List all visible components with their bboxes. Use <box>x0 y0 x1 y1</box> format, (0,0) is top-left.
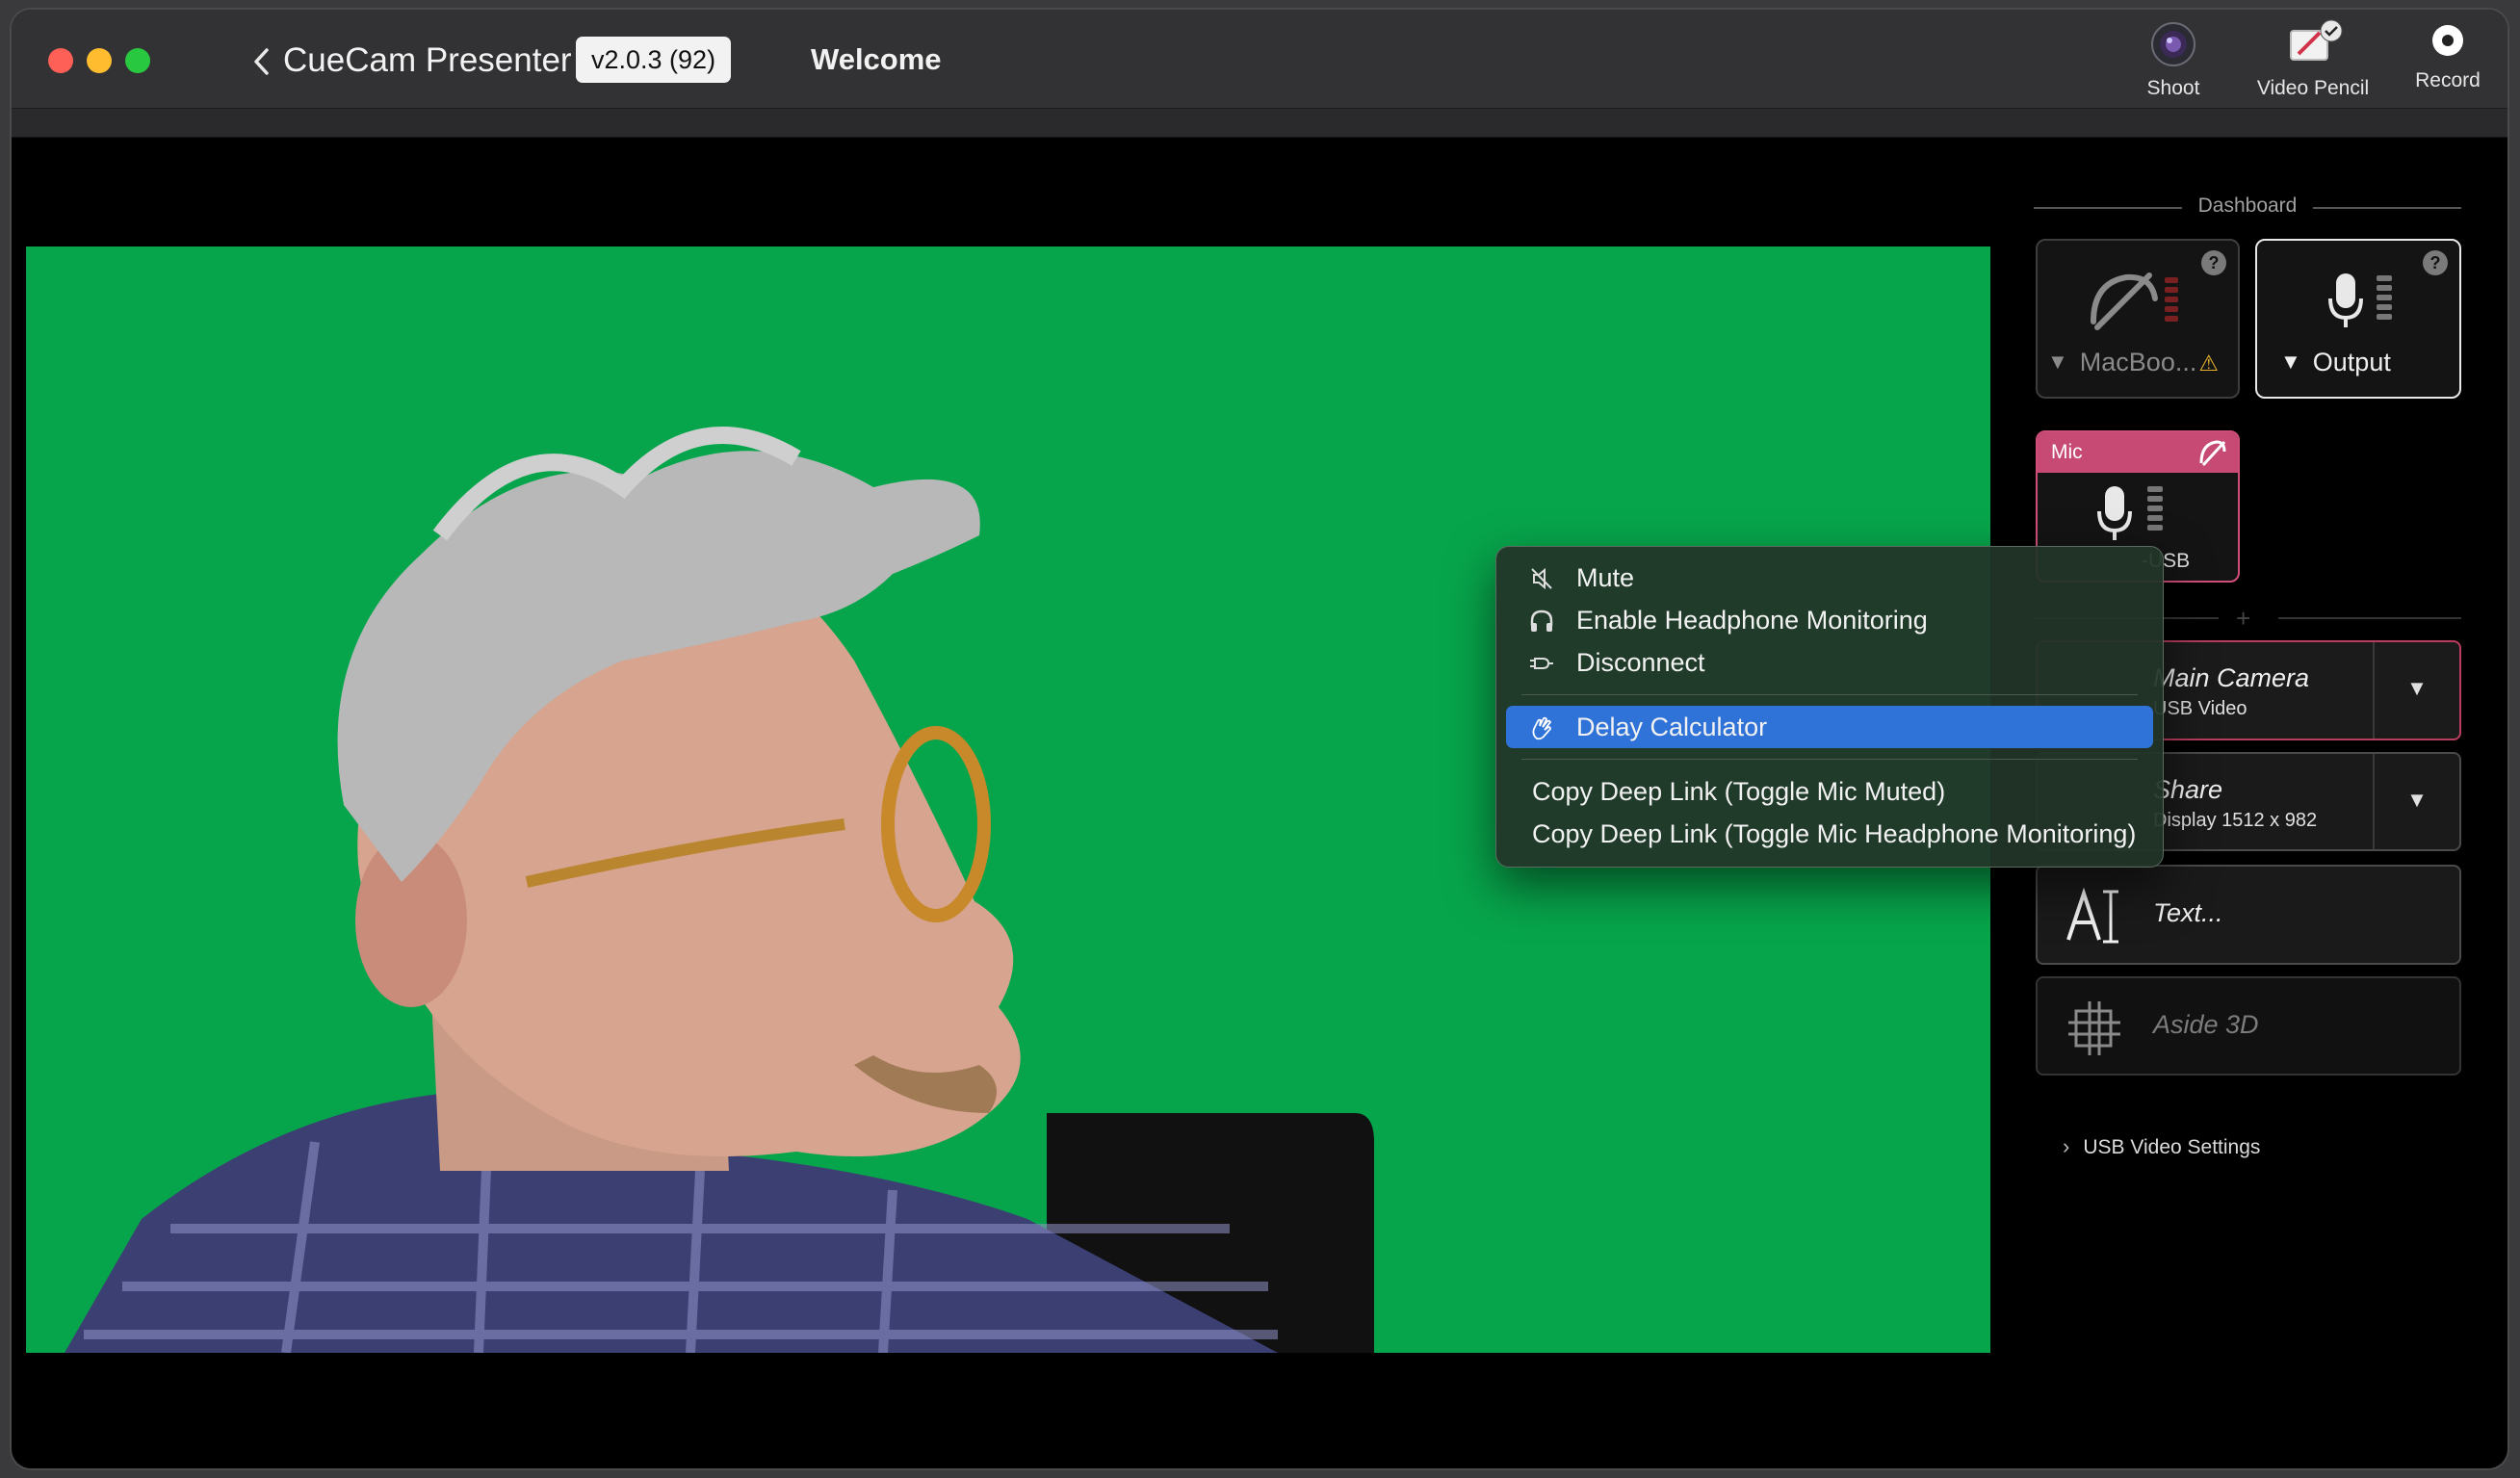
menu-item-copy-deep-link-muted[interactable]: Copy Deep Link (Toggle Mic Muted) <box>1506 770 2153 813</box>
microphone-icon <box>2097 486 2163 540</box>
macbook-label: MacBoo... <box>2079 348 2197 376</box>
mic-header-label: Mic <box>2051 441 2083 463</box>
source-name: Text... <box>2153 898 2223 927</box>
menu-item-disconnect[interactable]: Disconnect <box>1506 641 2153 684</box>
help-icon[interactable]: ? <box>2423 250 2448 275</box>
menu-item-label: Enable Headphone Monitoring <box>1576 606 1928 635</box>
aside-3d-icon <box>2068 1001 2120 1055</box>
text-cursor-icon <box>2066 887 2118 944</box>
menu-item-mute[interactable]: Mute <box>1506 557 2153 599</box>
source-name: Aside 3D <box>2153 1010 2259 1039</box>
record-label: Record <box>2415 69 2481 91</box>
disclosure-triangle-icon: ▼ <box>2280 350 2301 374</box>
source-name: Main Camera <box>2153 663 2310 692</box>
plus-icon[interactable]: + <box>2236 604 2250 634</box>
page-title: Welcome <box>811 42 942 76</box>
app-window: CueCam Presenter v2.0.3 (92) Welcome Sho… <box>12 10 2507 1468</box>
camera-lens-icon <box>2151 22 2195 66</box>
menu-item-label: Copy Deep Link (Toggle Mic Headphone Mon… <box>1532 819 2137 848</box>
warning-icon: ⚠ <box>2198 350 2219 376</box>
plug-icon <box>1530 658 1553 669</box>
menu-item-label: Delay Calculator <box>1576 713 1768 741</box>
close-window-button[interactable] <box>48 48 73 73</box>
menu-item-headphone-monitoring[interactable]: Enable Headphone Monitoring <box>1506 599 2153 641</box>
disclosure-triangle-icon: ▼ <box>2047 350 2068 374</box>
toolbar-divider <box>12 109 2507 138</box>
usb-video-settings-disclosure[interactable]: › USB Video Settings <box>2063 1134 2260 1159</box>
record-button[interactable]: Record <box>2395 19 2501 92</box>
menu-item-copy-deep-link-monitoring[interactable]: Copy Deep Link (Toggle Mic Headphone Mon… <box>1506 813 2153 855</box>
speaker-muted-icon <box>1531 567 1552 590</box>
dashboard-header: Dashboard <box>2034 193 2461 221</box>
menu-item-label: Disconnect <box>1576 648 1705 677</box>
macbook-input-tile[interactable]: ? ▼ MacBoo...⚠ <box>2036 239 2240 399</box>
back-chevron-icon[interactable] <box>247 44 276 79</box>
menu-item-label: Copy Deep Link (Toggle Mic Muted) <box>1532 777 1946 806</box>
microphone-icon <box>2328 273 2392 327</box>
clap-icon <box>1532 716 1552 740</box>
help-icon[interactable]: ? <box>2201 250 2226 275</box>
app-title: CueCam Presenter <box>283 41 572 79</box>
source-dropdown-button[interactable]: ▼ <box>2373 754 2459 849</box>
version-badge: v2.0.3 (92) <box>576 37 732 83</box>
shoot-button[interactable]: Shoot <box>2125 19 2221 100</box>
output-label: Output <box>2312 348 2391 376</box>
zoom-window-button[interactable] <box>125 48 150 73</box>
video-pencil-button[interactable]: Video Pencil <box>2236 19 2390 100</box>
output-tile[interactable]: ? ▼ Output <box>2255 239 2461 399</box>
minimize-window-button[interactable] <box>87 48 112 73</box>
shoot-label: Shoot <box>2146 77 2200 99</box>
mic-muted-icon[interactable] <box>2197 438 2228 467</box>
video-pencil-icon <box>2290 19 2343 61</box>
mic-context-menu: Mute Enable Headphone Monitoring Disconn… <box>1495 546 2164 868</box>
speaker-slash-icon <box>2091 272 2178 330</box>
title-bar: CueCam Presenter v2.0.3 (92) Welcome Sho… <box>12 10 2507 109</box>
headphones-icon <box>1530 609 1553 632</box>
record-icon <box>2432 25 2463 56</box>
source-aside-3d[interactable]: Aside 3D <box>2036 976 2461 1076</box>
source-subtitle: USB Video <box>2153 698 2247 719</box>
menu-item-label: Mute <box>1576 563 1635 592</box>
source-dropdown-button[interactable]: ▼ <box>2373 642 2459 739</box>
menu-separator <box>1521 759 2138 760</box>
chevron-right-icon: › <box>2063 1134 2070 1158</box>
dashboard-title: Dashboard <box>2197 194 2298 217</box>
usb-video-settings-label: USB Video Settings <box>2083 1136 2261 1158</box>
video-pencil-label: Video Pencil <box>2256 77 2370 99</box>
source-subtitle: Display 1512 x 982 <box>2153 810 2318 831</box>
source-text[interactable]: Text... <box>2036 865 2461 965</box>
menu-item-delay-calculator[interactable]: Delay Calculator <box>1506 706 2153 748</box>
menu-separator <box>1521 694 2138 695</box>
